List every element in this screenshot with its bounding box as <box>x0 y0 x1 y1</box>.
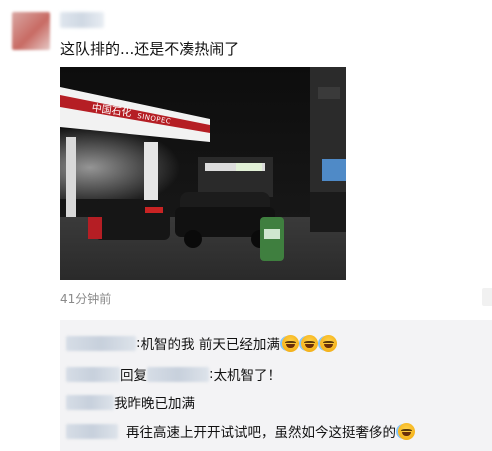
comment-item[interactable]: 再往高速上开开试试吧，虽然如今这挺奢侈的 <box>66 420 415 442</box>
comment-text: 我昨晚已加满 <box>114 396 195 412</box>
laughing-tears-icon <box>319 334 337 352</box>
reply-label: 回复 <box>120 368 147 384</box>
reply-target-redacted[interactable] <box>147 366 209 382</box>
comment-item[interactable]: 回复 : 太机智了！ <box>66 363 281 385</box>
username-redacted[interactable] <box>60 12 104 28</box>
laughing-tears-icon <box>300 334 318 352</box>
comment-box: : 机智的我 前天已经加满 回复 : 太机智了！ 我昨晚已加满 再往高速上开开试… <box>60 320 492 451</box>
avatar[interactable] <box>12 12 50 50</box>
comment-text: 再往高速上开开试试吧，虽然如今这挺奢侈的 <box>126 425 396 441</box>
laughing-tears-icon <box>398 422 415 440</box>
post-timestamp: 41分钟前 <box>60 292 112 306</box>
more-menu-icon[interactable] <box>482 288 492 306</box>
commenter-name-redacted[interactable] <box>66 394 114 410</box>
post-photo[interactable]: 中国石化 SINOPEC <box>60 67 346 280</box>
post-text: 这队排的...还是不凑热闹了 <box>60 40 240 58</box>
comment-text: 机智的我 前天已经加满 <box>140 337 280 353</box>
comment-item[interactable]: 我昨晚已加满 <box>66 391 195 413</box>
laughing-tears-icon <box>281 334 299 352</box>
comment-item[interactable]: : 机智的我 前天已经加满 <box>66 332 337 354</box>
comment-text: 太机智了！ <box>213 368 282 384</box>
commenter-name-redacted[interactable] <box>66 335 136 351</box>
commenter-name-redacted[interactable] <box>66 366 120 382</box>
gas-station-photo <box>60 67 346 280</box>
commenter-name-redacted[interactable] <box>66 423 118 439</box>
